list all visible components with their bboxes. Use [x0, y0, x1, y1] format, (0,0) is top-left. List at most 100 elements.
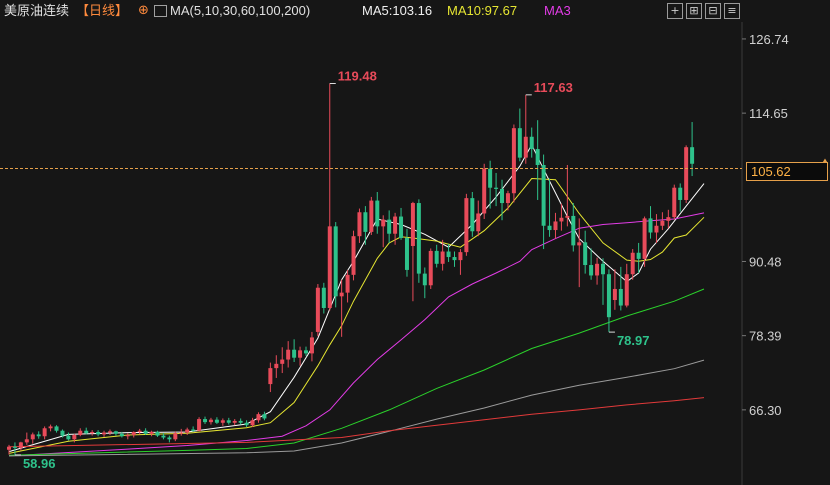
- candle-body: [208, 419, 213, 423]
- candle: [185, 427, 190, 436]
- candle: [155, 430, 160, 437]
- candle: [399, 207, 404, 240]
- candle-body: [678, 187, 683, 200]
- candle-body: [624, 274, 629, 306]
- candle-body: [12, 446, 17, 448]
- candle: [315, 284, 320, 337]
- candle-body: [648, 218, 653, 233]
- candle-body: [315, 287, 320, 332]
- candle-body: [511, 128, 516, 194]
- candle: [262, 411, 267, 421]
- candle-body: [577, 242, 582, 246]
- candle-body: [404, 238, 409, 270]
- candle-body: [541, 164, 546, 226]
- candle-body: [672, 187, 677, 218]
- candle-body: [547, 225, 552, 231]
- candle-body: [505, 193, 510, 204]
- candle-body: [464, 198, 469, 253]
- candle-body: [428, 250, 433, 286]
- candle-body: [107, 431, 112, 433]
- candle-body: [214, 419, 219, 423]
- candle-body: [612, 288, 617, 301]
- candle: [197, 417, 202, 432]
- candle: [452, 251, 457, 267]
- chart-app: { "header": { "symbol": "美原油连续", "period…: [0, 0, 830, 485]
- candle: [494, 172, 499, 207]
- candle-body: [298, 350, 303, 358]
- candle: [351, 230, 356, 281]
- candle-body: [256, 414, 261, 421]
- candle-body: [309, 337, 314, 354]
- candle-body: [410, 203, 415, 246]
- candle: [630, 249, 635, 280]
- candle: [113, 430, 118, 436]
- candle-body: [422, 273, 427, 286]
- candle: [642, 216, 647, 267]
- candle: [333, 222, 338, 308]
- candle-body: [286, 349, 291, 360]
- candle-body: [553, 221, 558, 231]
- candle: [30, 432, 35, 444]
- candle: [511, 124, 516, 203]
- candle-body: [24, 439, 29, 443]
- candle: [321, 282, 326, 314]
- candle: [393, 212, 398, 245]
- candle: [654, 214, 659, 243]
- candle: [107, 429, 112, 436]
- candle-body: [119, 433, 124, 437]
- candle-body: [125, 435, 130, 437]
- candle-body: [452, 257, 457, 261]
- candle-body: [684, 147, 689, 200]
- candle-body: [327, 226, 332, 308]
- candle: [220, 418, 225, 426]
- candle-body: [232, 420, 237, 423]
- candle: [375, 191, 380, 234]
- candle: [387, 210, 392, 243]
- candle: [488, 160, 493, 209]
- candle: [666, 209, 671, 229]
- candle: [274, 355, 279, 378]
- candle-body: [345, 274, 350, 293]
- candle-body: [7, 446, 11, 450]
- candle: [476, 200, 481, 237]
- candle-body: [636, 252, 641, 259]
- candle-body: [226, 420, 231, 423]
- candle-body: [84, 430, 89, 434]
- candle: [280, 347, 285, 374]
- candle-body: [690, 147, 695, 164]
- candle-body: [363, 212, 368, 232]
- candlestick-chart[interactable]: 126.74 114.65 90.48 78.39 66.30 119.48 117.63…: [0, 0, 830, 485]
- y-tick-label: 78.39: [749, 329, 782, 344]
- candle-body: [470, 198, 475, 232]
- candle-body: [399, 216, 404, 239]
- candle: [286, 341, 291, 368]
- candle: [624, 263, 629, 308]
- candle: [208, 417, 213, 425]
- candle-body: [583, 242, 588, 266]
- candle-body: [601, 263, 605, 275]
- candle-body: [446, 251, 451, 258]
- candle: [672, 184, 677, 220]
- candle-body: [321, 287, 326, 308]
- candle-body: [494, 187, 499, 189]
- candle: [404, 228, 409, 277]
- candle: [529, 127, 534, 158]
- candle: [327, 83, 332, 311]
- candle: [535, 120, 540, 200]
- candle-body: [606, 274, 611, 318]
- candle: [369, 196, 374, 235]
- candle-body: [333, 226, 338, 297]
- candle-body: [416, 203, 421, 274]
- candle-body: [179, 432, 184, 434]
- candle: [583, 230, 588, 274]
- candle-body: [666, 217, 671, 221]
- candle-body: [173, 433, 178, 440]
- candle-body: [458, 252, 463, 261]
- candle: [678, 183, 683, 212]
- y-tick-label: 90.48: [749, 254, 782, 269]
- candle: [565, 164, 570, 227]
- candle: [24, 432, 29, 445]
- candle: [66, 432, 71, 441]
- annotation-label: 117.63: [534, 80, 573, 95]
- candle-body: [488, 168, 493, 188]
